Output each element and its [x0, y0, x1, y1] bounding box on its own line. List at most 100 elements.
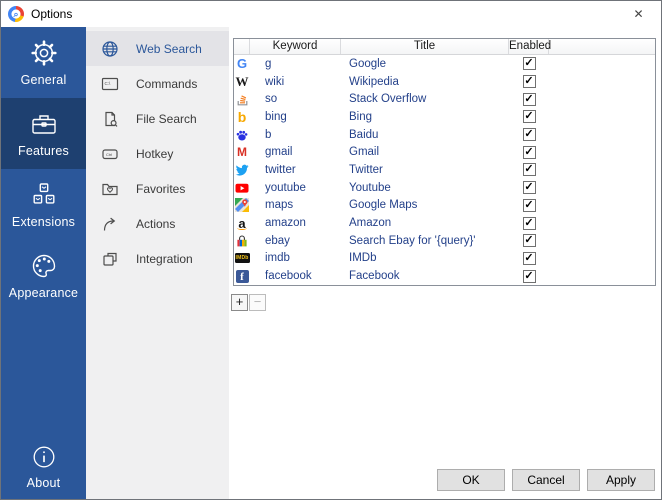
sidebar-item-about[interactable]: About	[1, 433, 86, 499]
close-button[interactable]: ✕	[616, 1, 661, 27]
category-sidebar: General Features	[1, 27, 86, 499]
subnav-item-integration[interactable]: Integration	[86, 241, 229, 276]
subnav-item-file-search[interactable]: File Search	[86, 101, 229, 136]
icon-column-header[interactable]	[234, 39, 250, 54]
sidebar-item-features[interactable]: Features	[1, 98, 86, 169]
enabled-checkbox[interactable]: ✓	[523, 75, 536, 88]
enabled-checkbox[interactable]: ✓	[523, 146, 536, 159]
table-row[interactable]: youtube Youtube ✓	[234, 179, 655, 197]
stackoverflow-icon	[235, 92, 249, 106]
table-row[interactable]: ebay Search Ebay for '{query}' ✓	[234, 232, 655, 250]
enabled-checkbox[interactable]: ✓	[523, 252, 536, 265]
twitter-bird-icon	[235, 163, 249, 177]
amazon-icon: a	[235, 216, 249, 231]
keyword-cell: gmail	[250, 146, 341, 158]
window-title: Options	[31, 7, 72, 21]
enabled-checkbox[interactable]: ✓	[523, 110, 536, 123]
keyword-cell: so	[250, 93, 341, 105]
remove-row-button[interactable]: −	[249, 294, 266, 311]
baidu-paw-icon	[235, 128, 249, 142]
add-row-button[interactable]: +	[231, 294, 248, 311]
close-icon: ✕	[633, 7, 643, 21]
cubes-icon	[29, 180, 59, 210]
sidebar-spacer	[1, 311, 86, 433]
subnav-item-hotkey[interactable]: Ctrl Hotkey	[86, 136, 229, 171]
table-row[interactable]: so Stack Overflow ✓	[234, 90, 655, 108]
gmail-icon: M	[235, 145, 249, 159]
feature-subnav: Web Search C:\ Commands File Search	[86, 27, 229, 499]
title-bar: ⌕ Options ✕	[1, 1, 661, 27]
sidebar-item-appearance[interactable]: Appearance	[1, 240, 86, 311]
subnav-item-favorites[interactable]: Favorites	[86, 171, 229, 206]
title-cell: Twitter	[341, 164, 509, 176]
sidebar-item-label: Extensions	[12, 215, 75, 229]
file-search-icon	[101, 110, 119, 128]
keyword-cell: ebay	[250, 235, 341, 247]
table-row[interactable]: M gmail Gmail ✓	[234, 143, 655, 161]
subnav-item-web-search[interactable]: Web Search	[86, 31, 229, 66]
enabled-checkbox[interactable]: ✓	[523, 57, 536, 70]
title-cell: IMDb	[341, 252, 509, 264]
keyword-cell: twitter	[250, 164, 341, 176]
globe-icon	[101, 40, 119, 58]
keyword-column-header[interactable]: Keyword	[250, 39, 341, 54]
table-row[interactable]: G g Google ✓	[234, 55, 655, 73]
row-edit-toolbar: + −	[231, 294, 266, 311]
info-icon	[30, 443, 58, 471]
enabled-checkbox[interactable]: ✓	[523, 93, 536, 106]
subnav-item-label: Hotkey	[136, 147, 173, 161]
table-header-row: Keyword Title Enabled	[234, 39, 655, 55]
enabled-checkbox[interactable]: ✓	[523, 128, 536, 141]
title-cell: Gmail	[341, 146, 509, 158]
keyword-cell: imdb	[250, 252, 341, 264]
title-cell: Bing	[341, 111, 509, 123]
table-row[interactable]: W wiki Wikipedia ✓	[234, 73, 655, 91]
svg-text:C:\: C:\	[105, 80, 112, 85]
youtube-icon	[235, 181, 249, 195]
enabled-checkbox[interactable]: ✓	[523, 181, 536, 194]
options-window: ⌕ Options ✕ General	[0, 0, 662, 500]
table-row[interactable]: f facebook Facebook ✓	[234, 267, 655, 285]
sidebar-item-general[interactable]: General	[1, 27, 86, 98]
keyword-cell: g	[250, 58, 341, 70]
enabled-column-header[interactable]: Enabled	[509, 39, 549, 54]
table-row[interactable]: a amazon Amazon ✓	[234, 214, 655, 232]
table-row[interactable]: maps Google Maps ✓	[234, 197, 655, 215]
enabled-checkbox[interactable]: ✓	[523, 199, 536, 212]
keyword-cell: maps	[250, 199, 341, 211]
enabled-checkbox[interactable]: ✓	[523, 217, 536, 230]
app-logo-icon: ⌕	[8, 6, 24, 22]
facebook-icon: f	[236, 270, 249, 283]
sidebar-item-label: General	[21, 73, 67, 87]
enabled-checkbox[interactable]: ✓	[523, 234, 536, 247]
cancel-button[interactable]: Cancel	[512, 469, 580, 491]
keyword-cell: b	[250, 129, 341, 141]
title-column-header[interactable]: Title	[341, 39, 509, 54]
title-cell: Baidu	[341, 129, 509, 141]
table-row[interactable]: IMDb imdb IMDb ✓	[234, 250, 655, 268]
table-row[interactable]: b Baidu ✓	[234, 126, 655, 144]
keyword-cell: bing	[250, 111, 341, 123]
palette-icon	[29, 251, 59, 281]
wikipedia-icon: W	[235, 74, 249, 90]
google-maps-icon	[235, 198, 249, 212]
integration-icon	[101, 250, 119, 268]
subnav-item-label: Web Search	[136, 42, 202, 56]
title-cell: Google	[341, 58, 509, 70]
title-cell: Google Maps	[341, 199, 509, 211]
subnav-item-commands[interactable]: C:\ Commands	[86, 66, 229, 101]
subnav-item-actions[interactable]: Actions	[86, 206, 229, 241]
enabled-checkbox[interactable]: ✓	[523, 270, 536, 283]
filler-column-header	[549, 39, 655, 54]
keyword-cell: wiki	[250, 76, 341, 88]
enabled-checkbox[interactable]: ✓	[523, 163, 536, 176]
sidebar-item-extensions[interactable]: Extensions	[1, 169, 86, 240]
table-row[interactable]: twitter Twitter ✓	[234, 161, 655, 179]
keyword-cell: youtube	[250, 182, 341, 194]
table-row[interactable]: b bing Bing ✓	[234, 108, 655, 126]
briefcase-icon	[29, 109, 59, 139]
imdb-icon: IMDb	[235, 253, 250, 263]
ok-button[interactable]: OK	[437, 469, 505, 491]
dialog-footer: OK Cancel Apply	[437, 469, 655, 491]
apply-button[interactable]: Apply	[587, 469, 655, 491]
